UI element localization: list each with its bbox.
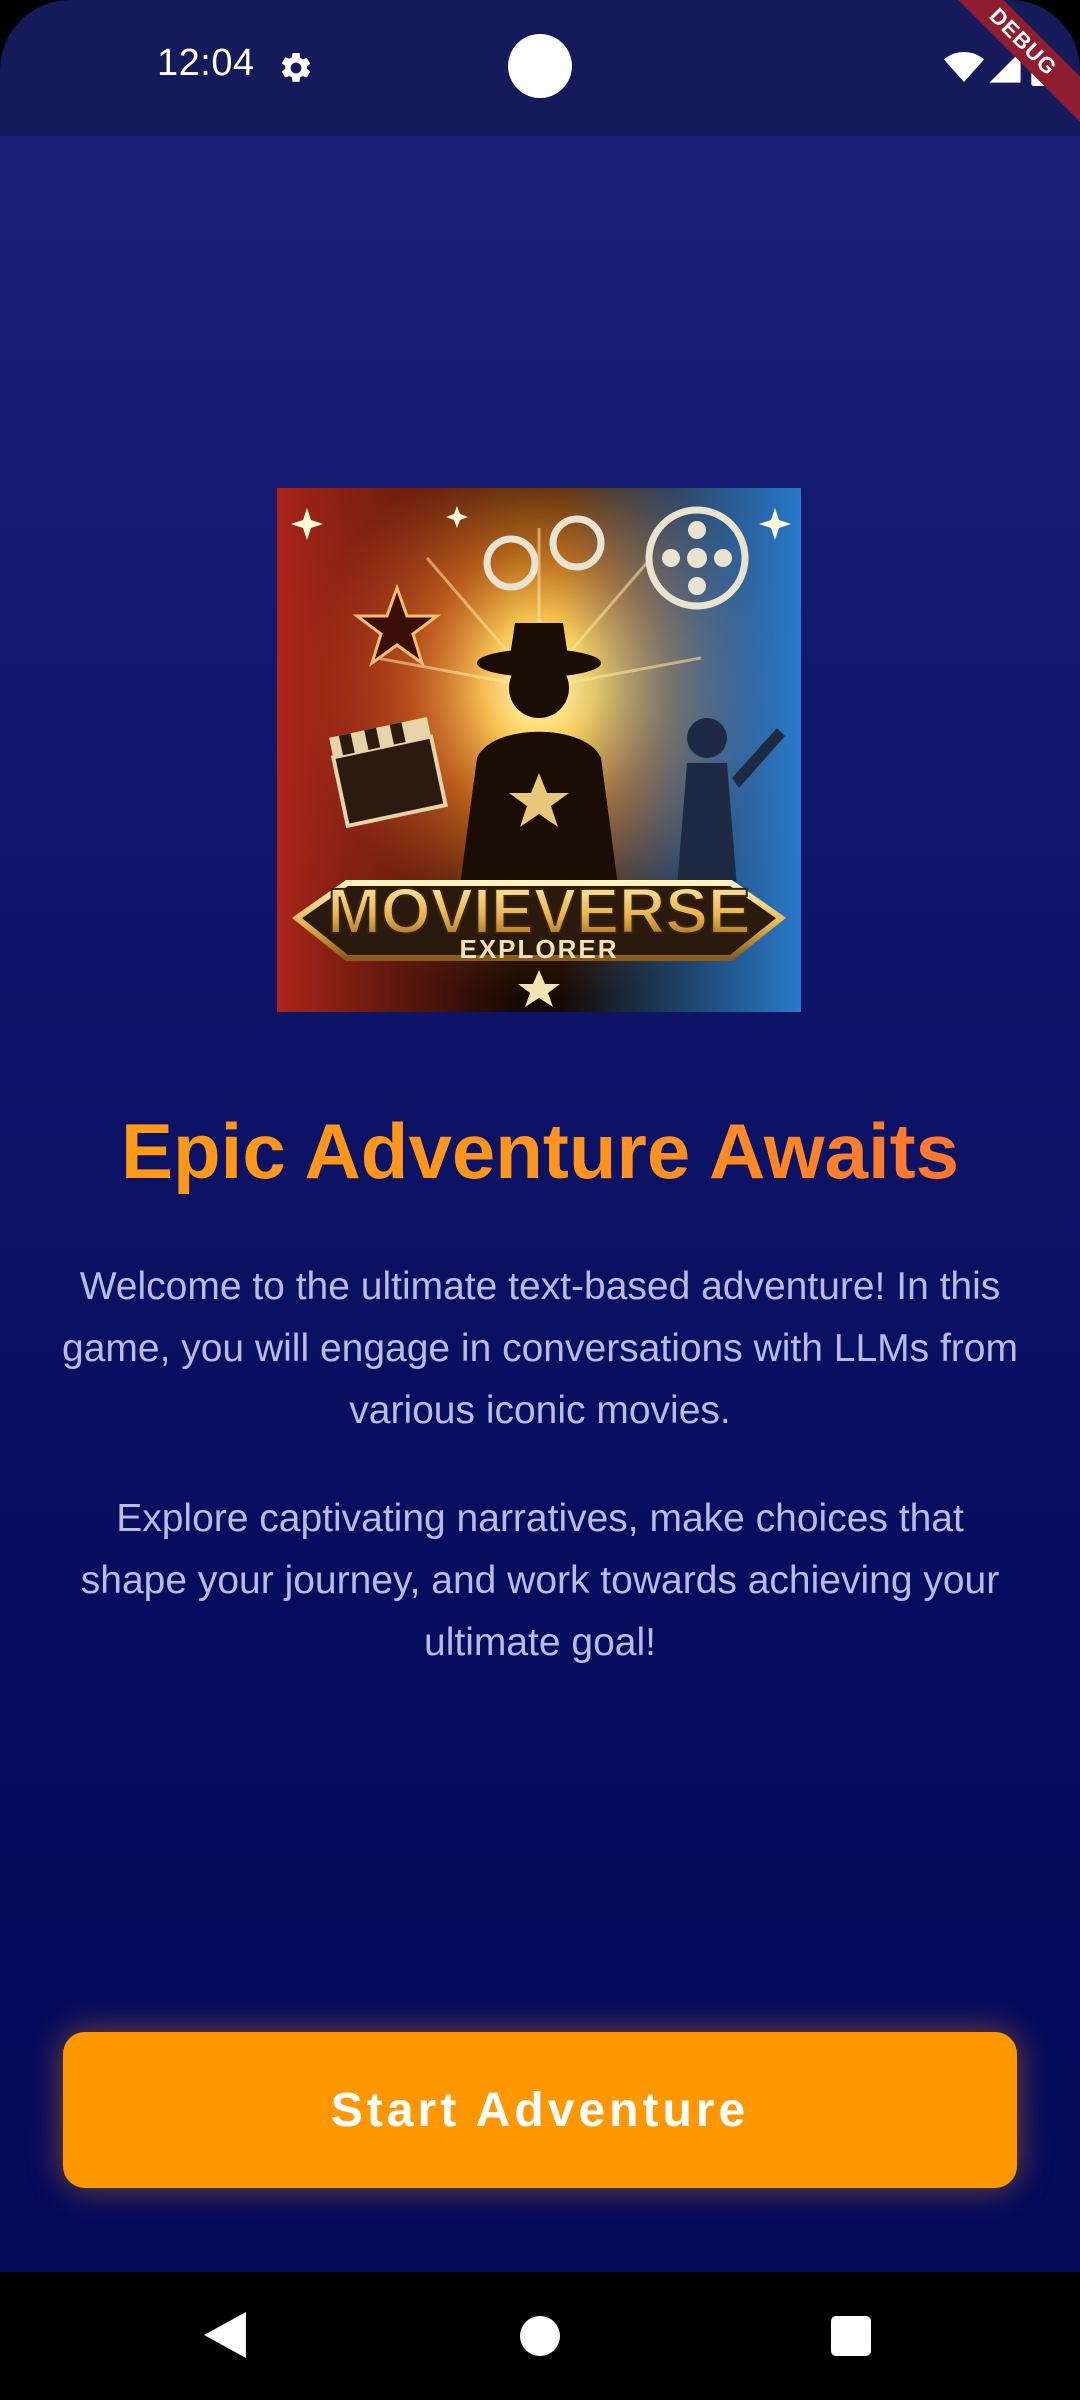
phone-screen: 12:04 DEBUG MOVIEVERSE EXPLORER Epic Adv…	[0, 0, 1080, 2400]
recents-icon[interactable]	[831, 2316, 871, 2356]
status-time: 12:04	[157, 42, 255, 84]
navigation-bar	[0, 2272, 1080, 2400]
welcome-screen: MOVIEVERSE EXPLORER Epic Adventure Await…	[0, 136, 1080, 2272]
logo-subtitle-text: EXPLORER	[459, 934, 618, 964]
wifi-icon	[944, 52, 984, 82]
gear-icon	[281, 52, 311, 82]
home-icon[interactable]	[520, 2316, 560, 2356]
intro-paragraph: Welcome to the ultimate text-based adven…	[62, 1265, 1018, 1432]
camera-cutout	[508, 34, 572, 98]
start-adventure-button[interactable]: Start Adventure	[63, 2032, 1017, 2188]
movieverse-logo-image: MOVIEVERSE EXPLORER	[277, 488, 801, 1012]
back-icon[interactable]	[204, 2312, 246, 2358]
description-paragraph: Explore captivating narratives, make cho…	[80, 1497, 1000, 1664]
start-adventure-label: Start Adventure	[330, 2083, 750, 2137]
page-title: Epic Adventure Awaits	[0, 1106, 1080, 1197]
status-bar: 12:04 DEBUG	[0, 0, 1080, 136]
